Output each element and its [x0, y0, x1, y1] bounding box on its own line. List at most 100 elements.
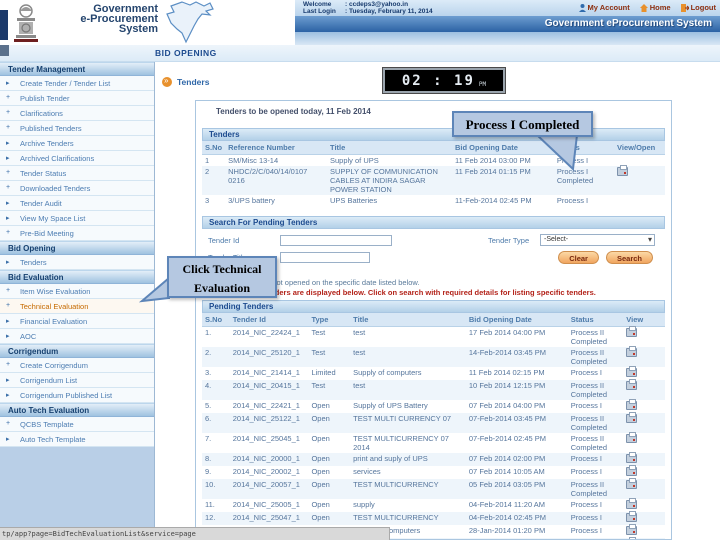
arrow-bullet-icon: ▸ [6, 318, 10, 325]
view-document-icon[interactable] [626, 478, 638, 489]
sidebar-item-aoc[interactable]: ▸ AOC [0, 329, 154, 344]
view-document-icon[interactable] [626, 366, 638, 377]
sidebar-item-tenders[interactable]: ▸ Tenders [0, 255, 154, 270]
sidebar-item-item-wise-evaluation[interactable]: + Item Wise Evaluation [0, 284, 154, 299]
home-label: Home [649, 3, 671, 12]
sidebar-item-clarifications[interactable]: + Clarifications [0, 106, 154, 121]
sidebar-item-published-tenders[interactable]: + Published Tenders [0, 121, 154, 136]
last-login-line: Last Login: Tuesday, February 11, 2014 [303, 8, 433, 15]
arrow-bullet-icon: ▸ [6, 436, 10, 443]
sidebar-item-tender-audit[interactable]: ▸ Tender Audit [0, 196, 154, 211]
sidebar-item-label: Archived Clarifications [20, 154, 95, 163]
welcome-label: Welcome [303, 1, 332, 8]
sidebar-item-corrigendum-list[interactable]: ▸ Corrigendum List [0, 373, 154, 388]
india-map-icon [166, 1, 214, 44]
sidebar-item-label: Corrigendum List [20, 376, 78, 385]
sidebar-item-archived-clarifications[interactable]: ▸ Archived Clarifications [0, 151, 154, 166]
logout-label: Logout [690, 3, 716, 12]
sidebar-item-label: Item Wise Evaluation [20, 287, 91, 296]
view-document-icon[interactable] [626, 511, 638, 522]
table-row: 10. 2014_NIC_20057_1 Open TEST MULTICURRENC… [202, 478, 665, 499]
arrow-bullet-icon: ▸ [6, 392, 10, 399]
view-document-icon[interactable] [626, 465, 638, 476]
logo-title: Government e-Procurement System [46, 4, 158, 35]
tender-type-select[interactable]: -Select- [540, 234, 655, 246]
sidebar-item-qcbs-template[interactable]: + QCBS Template [0, 417, 154, 432]
click-technical-callout: Click Technical Evaluation [167, 256, 277, 298]
view-document-icon[interactable] [626, 524, 638, 535]
sidebar-item-label: Create Corrigendum [20, 361, 88, 370]
header-links: My Account Home Logout [578, 3, 716, 12]
column-header: Tender Id [229, 313, 309, 327]
table-row: 6. 2014_NIC_25122_1 Open TEST MULTI CURRENC… [202, 412, 665, 433]
browser-status-bar: tp/app?page=BidTechEvaluationList&servic… [0, 527, 390, 540]
search-row-1: Tender Id Tender Type -Select- [202, 234, 665, 246]
breadcrumb-arrow-icon [162, 76, 172, 87]
table-row: 11. 2014_NIC_25005_1 Open supply 04-Feb-2014… [202, 498, 665, 512]
table-row: 3 3/UPS battery UPS Batteries 11-Feb-2014 0… [205, 196, 589, 205]
sidebar-section-title: Tender Management [0, 62, 154, 76]
plus-bullet-icon: + [6, 124, 11, 131]
tenders-table: S.No Reference Number Title Bid Opening Dat… [202, 141, 665, 206]
sidebar-item-label: Archive Tenders [20, 139, 74, 148]
sidebar-item-label: Clarifications [20, 109, 63, 118]
main-panel: Tenders to be opened today, 11 Feb 2014 … [195, 100, 672, 540]
column-header: Status [567, 313, 624, 327]
table-row: 8. 2014_NIC_20000_1 Open print and suply of… [202, 452, 665, 466]
view-document-icon[interactable] [626, 452, 638, 463]
sidebar-item-downloaded-tenders[interactable]: + Downloaded Tenders [0, 181, 154, 196]
my-account-link[interactable]: My Account [578, 3, 630, 12]
table-row: 3. 2014_NIC_21414_1 Limited Supply of compu… [202, 366, 665, 380]
arrow-bullet-icon: ▸ [6, 333, 10, 340]
view-document-icon[interactable] [617, 165, 629, 176]
sidebar-item-technical-evaluation[interactable]: + Technical Evaluation [0, 299, 154, 314]
column-header: View/Open [614, 141, 665, 155]
arrow-bullet-icon: ▸ [6, 155, 10, 162]
sidebar-item-auto-tech-template[interactable]: ▸ Auto Tech Template [0, 432, 154, 447]
digital-clock: 02 : 19 PM [382, 67, 506, 94]
breadcrumb-tenders-link[interactable]: Tenders [177, 77, 209, 87]
sidebar-item-label: Publish Tender [20, 94, 70, 103]
view-document-icon[interactable] [626, 399, 638, 410]
sidebar-item-financial-evaluation[interactable]: ▸ Financial Evaluation [0, 314, 154, 329]
sidebar-item-publish-tender[interactable]: + Publish Tender [0, 91, 154, 106]
sidebar-item-create-corrigendum[interactable]: + Create Corrigendum [0, 358, 154, 373]
search-button[interactable]: Search [605, 251, 653, 264]
view-document-icon[interactable] [626, 498, 638, 509]
process-completed-callout: Process I Completed [452, 111, 593, 137]
view-document-icon[interactable] [626, 379, 638, 390]
table-row: 2 NHDC/2/C/040/14/0107 0216 SUPPLY OF COMM… [202, 165, 665, 195]
sidebar-menu: Tender Management ▸ Create Tender / Tender… [0, 62, 155, 527]
column-header: Bid Opening Date [465, 313, 568, 327]
view-document-icon[interactable] [626, 432, 638, 443]
tender-id-label: Tender Id [208, 235, 240, 245]
plus-bullet-icon: + [6, 184, 11, 191]
sidebar-item-label: Create Tender / Tender List [20, 79, 111, 88]
clear-button[interactable]: Clear [558, 251, 599, 264]
notice-red: The latest 20 tenders are displayed belo… [216, 288, 596, 297]
welcome-value: : ccdeps3@yahoo.in [345, 1, 409, 8]
sidebar-item-corrigendum-published-list[interactable]: ▸ Corrigendum Published List [0, 388, 154, 403]
header: Government e-Procurement System Welcome:… [0, 0, 720, 45]
arrow-bullet-icon: ▸ [6, 377, 10, 384]
table-row: 2. 2014_NIC_25120_1 Test test 14-Feb-2014 03… [202, 346, 665, 367]
home-link[interactable]: Home [639, 3, 671, 12]
view-document-icon[interactable] [626, 412, 638, 423]
sidebar-item-view-my-space-list[interactable]: ▸ View My Space List [0, 211, 154, 226]
table-row: 12. 2014_NIC_25047_1 Open TEST MULTICURRENC… [202, 511, 665, 525]
arrow-bullet-icon: ▸ [6, 140, 10, 147]
sidebar-item-create-tender-tender-list[interactable]: ▸ Create Tender / Tender List [0, 76, 154, 91]
tender-title-input[interactable] [280, 252, 370, 263]
sidebar-item-tender-status[interactable]: + Tender Status [0, 166, 154, 181]
sidebar-item-pre-bid-meeting[interactable]: + Pre-Bid Meeting [0, 226, 154, 241]
table-row: 5. 2014_NIC_22421_1 Open Supply of UPS Batt… [202, 399, 665, 413]
sidebar-item-archive-tenders[interactable]: ▸ Archive Tenders [0, 136, 154, 151]
pending-tenders-table: S.No Tender Id Type Title Bid Opening Date St… [202, 313, 665, 539]
view-document-icon[interactable] [626, 326, 638, 337]
sidebar-section-title: Auto Tech Evaluation [0, 403, 154, 417]
view-document-icon[interactable] [626, 346, 638, 357]
column-header: Type [308, 313, 351, 327]
national-emblem-icon [14, 4, 38, 42]
logout-link[interactable]: Logout [680, 3, 716, 12]
tender-id-input[interactable] [280, 234, 392, 246]
